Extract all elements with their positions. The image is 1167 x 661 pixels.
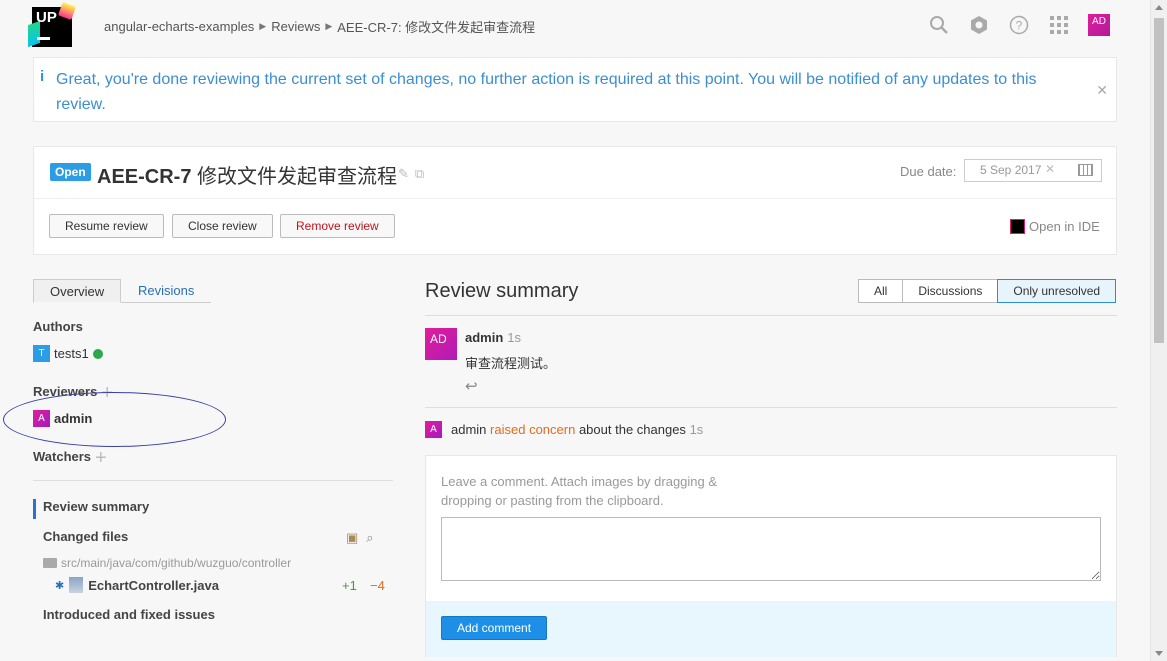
- file-name: EchartController.java: [88, 577, 219, 593]
- breadcrumb-project[interactable]: angular-echarts-examples: [104, 19, 254, 34]
- watchers-heading: Watchers +: [33, 447, 107, 470]
- filter-discussions[interactable]: Discussions: [902, 279, 999, 303]
- folder-toggle-icon[interactable]: ▣: [346, 530, 358, 546]
- search-icon[interactable]: [928, 14, 950, 36]
- upsource-logo[interactable]: UP: [28, 2, 76, 48]
- comment-text: 审查流程测试。: [465, 356, 557, 371]
- review-title: AEE-CR-7 修改文件发起审查流程: [97, 160, 397, 189]
- event-text: admin raised concern about the changes 1…: [451, 422, 703, 437]
- remove-review-button[interactable]: Remove review: [280, 214, 395, 238]
- watchers-label: Watchers: [33, 449, 92, 464]
- calendar-icon[interactable]: [1078, 164, 1093, 176]
- author-entry[interactable]: T tests1: [33, 345, 103, 362]
- changed-files-tools: ▣ ⌕: [346, 530, 374, 546]
- tab-overview[interactable]: Overview: [33, 279, 122, 303]
- resume-review-button[interactable]: Resume review: [49, 214, 164, 238]
- due-date-field[interactable]: 5 Sep 2017 ✕: [964, 159, 1102, 182]
- info-icon: i: [40, 68, 45, 85]
- breadcrumb: angular-echarts-examples ▶ Reviews ▶ AEE…: [104, 17, 535, 36]
- modified-star-icon: ✱: [55, 579, 65, 592]
- highlight-ellipse: [3, 392, 226, 447]
- event-time: 1s: [689, 422, 704, 437]
- status-badge: Open: [50, 163, 91, 181]
- comment-divider: [425, 407, 1117, 408]
- review-card-header: Open AEE-CR-7 修改文件发起审查流程 ✎ ⧉ Due date: 5…: [34, 147, 1116, 199]
- scrollbar-thumb[interactable]: [1154, 18, 1164, 343]
- clear-date-icon[interactable]: ✕: [1045, 162, 1055, 176]
- add-watcher-icon[interactable]: +: [95, 447, 107, 469]
- info-banner: i Great, you're done reviewing the curre…: [33, 57, 1117, 122]
- apps-grid-icon[interactable]: [1048, 14, 1070, 36]
- event-action[interactable]: raised concern: [490, 422, 575, 437]
- due-date-label: Due date:: [900, 164, 957, 179]
- breadcrumb-current: AEE-CR-7: 修改文件发起审查流程: [337, 20, 536, 35]
- banner-message: Great, you're done reviewing the current…: [56, 71, 1037, 113]
- copy-icon[interactable]: ⧉: [415, 166, 424, 182]
- nav-introduced-issues[interactable]: Introduced and fixed issues: [43, 607, 215, 622]
- changed-file-row[interactable]: ✱ EchartController.java +1 −4: [55, 577, 385, 593]
- scroll-down-arrow-icon[interactable]: [1155, 651, 1163, 656]
- nav-changed-files[interactable]: Changed files: [43, 529, 128, 544]
- header-icons: ? AD: [928, 14, 1110, 36]
- user-avatar[interactable]: AD: [1088, 14, 1110, 36]
- title-actions: ✎ ⧉: [398, 166, 424, 182]
- comment-footer: Add comment: [426, 601, 1116, 657]
- logo-text: UP: [36, 9, 57, 26]
- file-directory[interactable]: src/main/java/com/github/wuzguo/controll…: [43, 556, 291, 570]
- breadcrumb-reviews[interactable]: Reviews: [271, 19, 320, 34]
- nav-review-summary[interactable]: Review summary: [33, 499, 149, 519]
- event-author[interactable]: admin: [451, 422, 486, 437]
- online-status-icon: [92, 348, 103, 359]
- breadcrumb-separator-icon: ▶: [325, 21, 333, 31]
- filter-all[interactable]: All: [858, 279, 904, 303]
- scroll-up-arrow-icon[interactable]: [1155, 5, 1163, 10]
- comment-time: 1s: [507, 330, 522, 345]
- review-id: AEE-CR-7: [97, 166, 192, 188]
- settings-icon[interactable]: [968, 14, 990, 36]
- comment-avatar[interactable]: AD: [425, 328, 457, 360]
- event-avatar: A: [425, 421, 442, 438]
- author-avatar: T: [33, 345, 50, 362]
- tab-revisions[interactable]: Revisions: [122, 279, 210, 303]
- directory-path: src/main/java/com/github/wuzguo/controll…: [61, 556, 292, 570]
- search-files-icon[interactable]: ⌕: [366, 530, 373, 546]
- folder-icon: [43, 558, 57, 568]
- close-icon[interactable]: ✕: [1096, 82, 1108, 99]
- comment-input[interactable]: [441, 517, 1101, 581]
- top-header: UP angular-echarts-examples ▶ Reviews ▶ …: [0, 0, 1150, 52]
- intellij-icon: [1010, 219, 1025, 234]
- logo-bar: [37, 37, 50, 40]
- comment-hint: Leave a comment. Attach images by draggi…: [441, 474, 718, 508]
- summary-divider: [425, 315, 1117, 316]
- lines-removed: −4: [370, 577, 385, 593]
- review-name: 修改文件发起审查流程: [197, 166, 398, 188]
- comment-author[interactable]: admin: [465, 330, 503, 345]
- due-date-value: 5 Sep 2017: [980, 163, 1042, 177]
- page-scrollbar[interactable]: [1150, 0, 1167, 661]
- authors-heading: Authors: [33, 319, 83, 334]
- open-in-ide-link[interactable]: Open in IDE: [1010, 219, 1100, 234]
- logo-accent-right: [58, 2, 76, 20]
- sidebar-tabs: Overview Revisions: [33, 279, 211, 303]
- lines-added: +1: [342, 577, 357, 593]
- comment-header: admin 1s: [465, 330, 521, 345]
- java-file-icon: [69, 577, 84, 593]
- reply-icon[interactable]: ↩: [465, 377, 478, 395]
- add-comment-button[interactable]: Add comment: [441, 616, 548, 640]
- open-in-ide-label: Open in IDE: [1029, 219, 1100, 234]
- new-comment-panel: Leave a comment. Attach images by draggi…: [425, 455, 1117, 657]
- edit-pencil-icon[interactable]: ✎: [398, 166, 409, 182]
- close-review-button[interactable]: Close review: [172, 214, 273, 238]
- concern-event: A admin raised concern about the changes…: [425, 421, 703, 438]
- event-rest: about the changes: [578, 422, 686, 437]
- review-summary-title: Review summary: [425, 280, 579, 302]
- help-icon[interactable]: ?: [1008, 14, 1030, 36]
- svg-text:?: ?: [1016, 19, 1023, 33]
- filter-only-unresolved[interactable]: Only unresolved: [997, 279, 1117, 303]
- author-name: tests1: [54, 346, 89, 361]
- sidebar-divider: [33, 480, 393, 481]
- discussion-filter: All Discussions Only unresolved: [858, 279, 1117, 303]
- review-card: Open AEE-CR-7 修改文件发起审查流程 ✎ ⧉ Due date: 5…: [33, 146, 1117, 255]
- breadcrumb-separator-icon: ▶: [259, 21, 267, 31]
